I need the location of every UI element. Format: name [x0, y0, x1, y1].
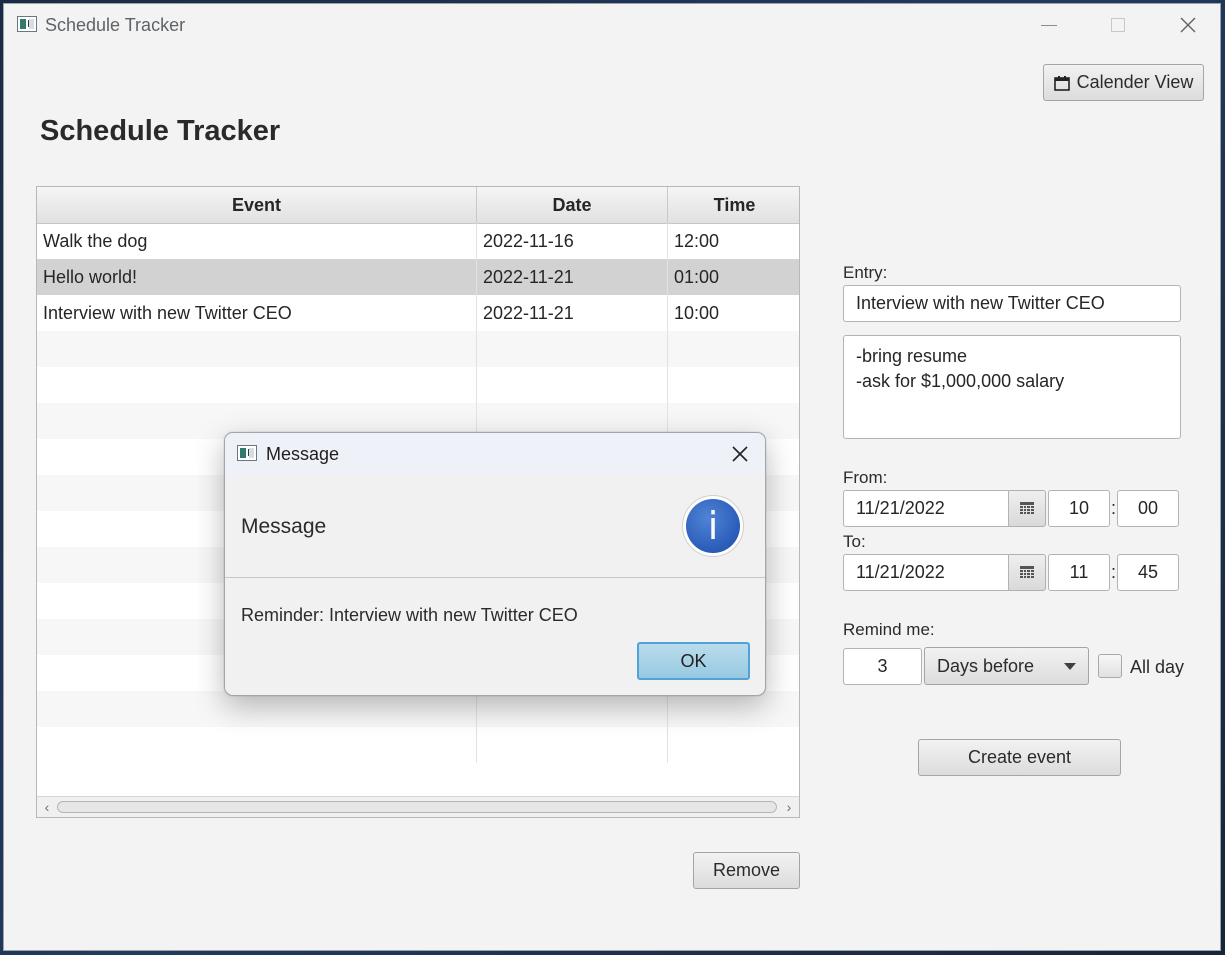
entry-field[interactable]: Interview with new Twitter CEO: [843, 285, 1181, 322]
dialog-close-button[interactable]: [725, 439, 755, 469]
scroll-right-icon[interactable]: ›: [780, 797, 798, 817]
dialog-title-bar[interactable]: Message: [225, 433, 765, 475]
title-bar[interactable]: Schedule Tracker: [4, 4, 1220, 46]
notes-textarea[interactable]: -bring resume -ask for $1,000,000 salary: [843, 335, 1181, 439]
close-icon: [732, 446, 748, 462]
calendar-grid-icon: [1020, 565, 1034, 578]
maximize-button[interactable]: [1084, 4, 1152, 46]
main-window: Schedule Tracker Calender View Schedule …: [3, 3, 1221, 951]
from-date-field[interactable]: 11/21/2022: [843, 490, 1009, 527]
ok-button[interactable]: OK: [637, 642, 750, 680]
notes-line: -ask for $1,000,000 salary: [856, 371, 1065, 391]
column-header-date[interactable]: Date: [477, 187, 668, 223]
date-cell: 2022-11-16: [477, 223, 668, 259]
app-icon: [17, 16, 37, 32]
column-header-time[interactable]: Time: [668, 187, 799, 223]
remove-button[interactable]: Remove: [693, 852, 800, 889]
create-event-button[interactable]: Create event: [918, 739, 1121, 776]
date-cell: 2022-11-21: [477, 259, 668, 295]
maximize-icon: [1111, 18, 1125, 32]
notes-line: -bring resume: [856, 346, 968, 366]
time-separator: :: [1111, 498, 1117, 518]
from-date-picker-button[interactable]: [1009, 490, 1046, 527]
close-button[interactable]: [1154, 4, 1222, 46]
calendar-view-label: Calender View: [1076, 72, 1194, 92]
to-label: To:: [843, 532, 866, 551]
table-row[interactable]: Hello world! 2022-11-21 01:00: [37, 259, 799, 295]
event-cell: Interview with new Twitter CEO: [37, 295, 477, 331]
time-cell: 10:00: [674, 303, 720, 323]
date-cell: 2022-11-21: [477, 295, 668, 331]
empty-row: [37, 691, 799, 727]
close-icon: [1180, 17, 1196, 33]
from-label: From:: [843, 468, 888, 487]
scrollbar-thumb[interactable]: [57, 801, 777, 813]
dialog-title: Message: [266, 444, 340, 464]
scroll-left-icon[interactable]: ‹: [38, 797, 56, 817]
to-minute-field[interactable]: 45: [1117, 554, 1179, 591]
app-icon: [237, 445, 257, 461]
chevron-down-icon: [1064, 663, 1076, 670]
calendar-view-button[interactable]: Calender View: [1043, 64, 1204, 101]
minimize-button[interactable]: [1015, 4, 1083, 46]
empty-row: [37, 331, 799, 367]
horizontal-scrollbar[interactable]: ‹ ›: [37, 796, 799, 817]
event-cell: Hello world!: [37, 259, 477, 295]
time-separator: :: [1111, 562, 1117, 582]
remind-unit-value: Days before: [937, 655, 1035, 676]
to-date-field[interactable]: 11/21/2022: [843, 554, 1009, 591]
dialog-header-text: Message: [241, 515, 327, 538]
event-cell: Walk the dog: [37, 223, 477, 259]
table-header: Event Date Time: [37, 187, 799, 224]
entry-label: Entry:: [843, 263, 888, 282]
all-day-checkbox[interactable]: [1098, 654, 1122, 678]
dialog-header: Message i: [225, 475, 765, 578]
empty-row: [37, 367, 799, 403]
time-cell: 01:00: [674, 267, 720, 287]
calendar-icon: [1053, 75, 1070, 91]
message-dialog: Message Message i Reminder: Interview wi…: [224, 432, 766, 696]
to-date-picker-button[interactable]: [1009, 554, 1046, 591]
calendar-grid-icon: [1020, 501, 1034, 514]
remind-unit-dropdown[interactable]: Days before: [924, 647, 1089, 685]
all-day-label[interactable]: All day: [1130, 657, 1184, 678]
column-header-event[interactable]: Event: [37, 187, 477, 223]
table-row[interactable]: Walk the dog 2022-11-16 12:00: [37, 223, 799, 259]
page-title: Schedule Tracker: [40, 115, 281, 147]
time-cell: 12:00: [674, 231, 720, 251]
empty-row: [37, 727, 799, 763]
remind-label: Remind me:: [843, 620, 935, 639]
window-title: Schedule Tracker: [45, 15, 186, 35]
from-minute-field[interactable]: 00: [1117, 490, 1179, 527]
remind-amount-field[interactable]: 3: [843, 648, 922, 685]
dialog-message: Reminder: Interview with new Twitter CEO: [241, 605, 578, 625]
from-hour-field[interactable]: 10: [1048, 490, 1110, 527]
info-icon: i: [682, 495, 744, 557]
minimize-icon: [1041, 24, 1057, 26]
table-row[interactable]: Interview with new Twitter CEO 2022-11-2…: [37, 295, 799, 331]
to-hour-field[interactable]: 11: [1048, 554, 1110, 591]
